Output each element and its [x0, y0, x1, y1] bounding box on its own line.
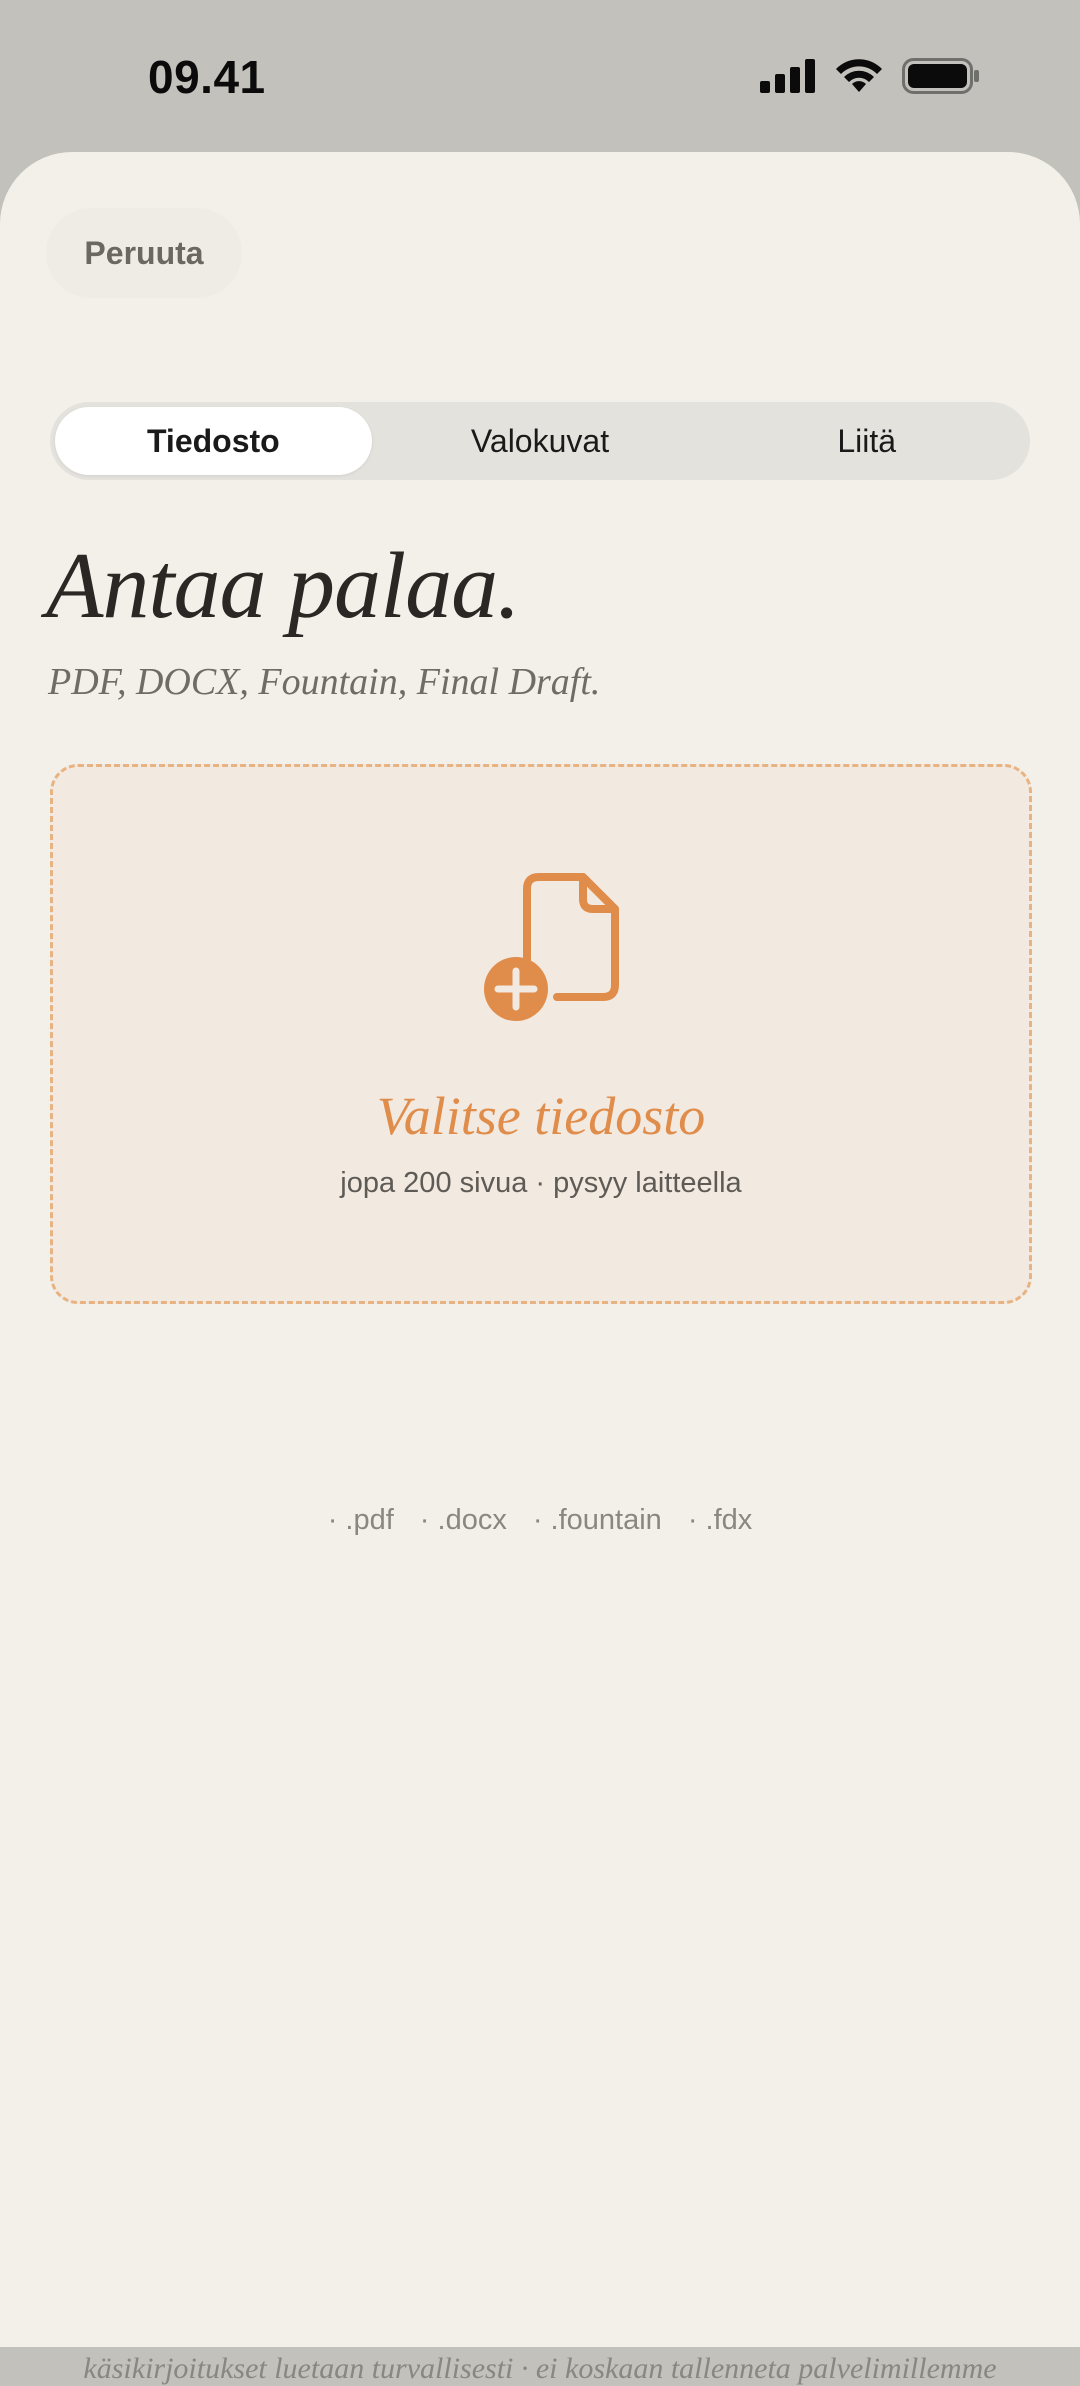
format-fountain: · .fountain	[532, 1504, 662, 1536]
tab-photos[interactable]: Valokuvat	[382, 407, 699, 475]
battery-icon	[902, 58, 979, 94]
status-icons	[760, 58, 980, 94]
choose-file-label: Valitse tiedosto	[376, 1086, 706, 1146]
page-subtitle: PDF, DOCX, Fountain, Final Draft.	[48, 661, 601, 703]
dropzone-note: jopa 200 sivua · pysyy laitteella	[340, 1167, 742, 1199]
signal-icon	[760, 59, 815, 93]
cancel-button[interactable]: Peruuta	[46, 208, 242, 298]
page-title: Antaa palaa.	[46, 534, 521, 638]
tab-paste[interactable]: Liitä	[708, 407, 1025, 475]
file-dropzone[interactable]: Valitse tiedosto jopa 200 sivua · pysyy …	[50, 764, 1032, 1304]
tab-file[interactable]: Tiedosto	[55, 407, 372, 475]
format-fdx: · .fdx	[687, 1504, 753, 1536]
privacy-footer: käsikirjoitukset luetaan turvallisesti ·…	[83, 2352, 997, 2385]
supported-formats: · .pdf · .docx · .fountain · .fdx	[0, 1504, 1080, 1537]
format-pdf: · .pdf	[327, 1504, 394, 1536]
import-sheet: Peruuta Tiedosto Valokuvat Liitä Antaa p…	[0, 152, 1080, 2385]
document-plus-icon	[484, 873, 619, 1021]
status-bar: 09.41	[0, 0, 1080, 150]
wifi-icon	[836, 59, 882, 92]
format-docx: · .docx	[419, 1504, 507, 1536]
source-segmented-control: Tiedosto Valokuvat Liitä	[50, 402, 1030, 480]
status-time: 09.41	[148, 51, 266, 103]
